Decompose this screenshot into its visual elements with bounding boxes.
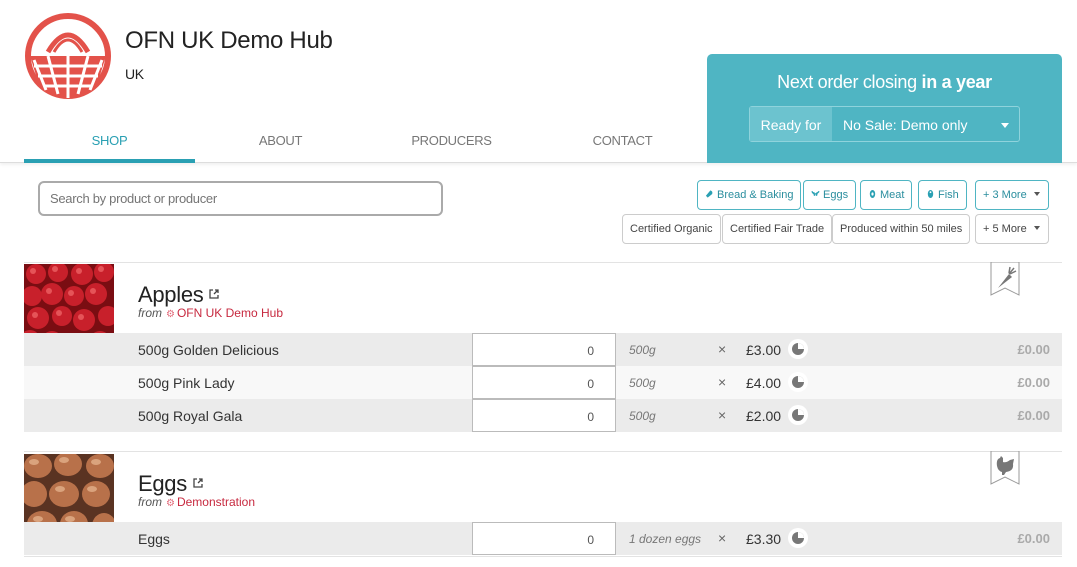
from-label: from xyxy=(138,306,162,320)
product-name: Eggs xyxy=(138,471,187,496)
filter-categories-more[interactable]: + 3 More xyxy=(975,180,1049,210)
shop-header: OFN UK Demo Hub UK SHOP ABOUT PRODUCERS … xyxy=(0,0,1077,163)
filter-eggs[interactable]: Eggs xyxy=(803,180,857,210)
shop-tabs: SHOP ABOUT PRODUCERS CONTACT xyxy=(24,118,708,163)
filter-bread-baking[interactable]: Bread & Baking xyxy=(697,180,802,210)
tractor-icon: ⚙ xyxy=(166,309,175,320)
tab-shop[interactable]: SHOP xyxy=(24,118,195,163)
order-cycle-panel: Next order closing in a year Ready for N… xyxy=(707,54,1062,163)
bread-icon xyxy=(705,190,713,198)
filter-label: Eggs xyxy=(823,189,849,201)
closing-prefix: Next order closing xyxy=(777,72,922,92)
filter-label: Meat xyxy=(880,189,905,201)
tab-contact[interactable]: CONTACT xyxy=(537,118,708,163)
product-producer-line: from ⚙ Demonstration xyxy=(138,495,255,509)
producer-link[interactable]: Demonstration xyxy=(177,495,255,509)
variant-name: 500g Golden Delicious xyxy=(138,342,279,358)
product-divider xyxy=(24,451,1062,452)
variant-name: 500g Royal Gala xyxy=(138,408,243,424)
filter-label: Certified Organic xyxy=(630,223,713,235)
times-sign: × xyxy=(718,407,727,423)
product-divider xyxy=(24,556,1062,557)
tractor-icon: ⚙ xyxy=(166,498,175,509)
variant-unit: 500g xyxy=(629,409,656,423)
price-breakdown-icon[interactable] xyxy=(788,528,808,548)
variant-unit: 500g xyxy=(629,343,656,357)
variant-total: £0.00 xyxy=(1017,531,1050,546)
variant-row: 500g Golden Delicious 0 500g × £3.00 £0.… xyxy=(24,333,1062,366)
filter-properties-more[interactable]: + 5 More xyxy=(975,214,1049,244)
variant-total: £0.00 xyxy=(1017,408,1050,423)
wheat-icon xyxy=(811,190,820,196)
product-divider xyxy=(24,262,1062,263)
variant-price: £3.30 xyxy=(746,531,782,547)
tab-about[interactable]: ABOUT xyxy=(195,118,366,163)
ready-for-label: Ready for xyxy=(750,107,832,141)
variant-price: £3.00 xyxy=(746,342,782,358)
filter-label: Produced within 50 miles xyxy=(840,223,963,235)
variant-name: Eggs xyxy=(138,531,170,547)
variant-price: £4.00 xyxy=(746,375,782,391)
filter-more-label: + 3 More xyxy=(983,189,1027,201)
quantity-input[interactable]: 0 xyxy=(472,522,616,555)
filter-more-label: + 5 More xyxy=(983,223,1027,235)
carrot-icon xyxy=(990,262,1020,296)
chevron-down-icon xyxy=(1033,226,1040,230)
quantity-input[interactable]: 0 xyxy=(472,366,616,399)
variant-total: £0.00 xyxy=(1017,375,1050,390)
hub-country: UK xyxy=(125,66,144,82)
ready-for-group: Ready for No Sale: Demo only xyxy=(749,106,1020,142)
times-sign: × xyxy=(718,374,727,390)
filter-label: Certified Fair Trade xyxy=(730,223,825,235)
filter-fish[interactable]: Fish xyxy=(918,180,967,210)
variant-row: Eggs 0 1 dozen eggs × £3.30 £0.00 xyxy=(24,522,1062,555)
variant-total: £0.00 xyxy=(1017,342,1050,357)
product-name: Apples xyxy=(138,282,204,307)
closing-time: in a year xyxy=(921,72,993,92)
price-breakdown-icon[interactable] xyxy=(788,339,808,359)
times-sign: × xyxy=(718,341,727,357)
filter-produced-within-50-miles[interactable]: Produced within 50 miles xyxy=(832,214,971,244)
order-cycle-select[interactable]: No Sale: Demo only xyxy=(832,107,1019,141)
price-breakdown-icon[interactable] xyxy=(788,405,808,425)
quantity-input[interactable]: 0 xyxy=(472,333,616,366)
product-title[interactable]: Apples xyxy=(138,282,220,308)
basket-logo[interactable] xyxy=(24,10,112,102)
external-link-icon xyxy=(209,289,220,299)
filter-label: Bread & Baking xyxy=(717,189,794,201)
variant-name: 500g Pink Lady xyxy=(138,375,235,391)
product-producer-line: from ⚙ OFN UK Demo Hub xyxy=(138,306,283,320)
quantity-input[interactable]: 0 xyxy=(472,399,616,432)
hub-name: OFN UK Demo Hub xyxy=(125,27,333,54)
from-label: from xyxy=(138,495,162,509)
product-title[interactable]: Eggs xyxy=(138,471,203,497)
fish-icon xyxy=(927,189,934,199)
variant-row: 500g Pink Lady 0 500g × £4.00 £0.00 xyxy=(24,366,1062,399)
variant-price: £2.00 xyxy=(746,408,782,424)
chicken-icon xyxy=(990,451,1020,485)
producer-link[interactable]: OFN UK Demo Hub xyxy=(177,306,283,320)
price-breakdown-icon[interactable] xyxy=(788,372,808,392)
variant-unit: 500g xyxy=(629,376,656,390)
filter-certified-fair-trade[interactable]: Certified Fair Trade xyxy=(722,214,833,244)
tab-producers[interactable]: PRODUCERS xyxy=(366,118,537,163)
chevron-down-icon xyxy=(1001,123,1009,128)
order-closing-text: Next order closing in a year xyxy=(707,72,1062,93)
filter-certified-organic[interactable]: Certified Organic xyxy=(622,214,721,244)
filter-meat[interactable]: Meat xyxy=(860,180,913,210)
chevron-down-icon xyxy=(1033,192,1040,196)
meat-icon xyxy=(869,189,876,199)
order-cycle-value: No Sale: Demo only xyxy=(843,117,968,133)
variant-unit: 1 dozen eggs xyxy=(629,532,702,546)
times-sign: × xyxy=(718,530,727,546)
variant-row: 500g Royal Gala 0 500g × £2.00 £0.00 xyxy=(24,399,1062,432)
external-link-icon xyxy=(193,478,203,488)
filter-label: Fish xyxy=(938,189,959,201)
search-input[interactable] xyxy=(38,181,443,216)
